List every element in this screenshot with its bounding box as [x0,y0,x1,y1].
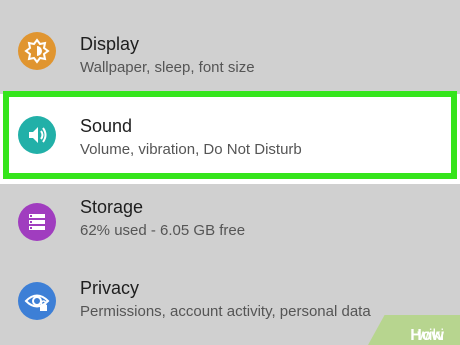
settings-item-subtitle: 62% used - 6.05 GB free [80,222,246,239]
settings-item-title: Display [80,34,140,54]
storage-stack-icon [18,203,56,241]
watermark-suffix: How [410,327,444,344]
settings-item-title: Storage [80,197,144,217]
settings-item-display[interactable]: Display Wallpaper, sleep, font size [0,12,460,90]
speaker-volume-icon [18,116,56,154]
settings-list: Display Wallpaper, sleep, font size Soun… [0,0,460,345]
settings-item-title: Sound [80,116,133,136]
settings-item-sound[interactable]: Sound Volume, vibration, Do Not Disturb [0,94,460,184]
settings-item-subtitle: Permissions, account activity, personal … [80,303,371,320]
display-brightness-icon [18,32,56,70]
settings-item-subtitle: Wallpaper, sleep, font size [80,59,255,76]
settings-item-subtitle: Volume, vibration, Do Not Disturb [80,141,302,158]
privacy-eye-lock-icon [18,282,56,320]
settings-item-storage[interactable]: Storage 62% used - 6.05 GB free [0,187,460,265]
settings-item-title: Privacy [80,278,140,298]
